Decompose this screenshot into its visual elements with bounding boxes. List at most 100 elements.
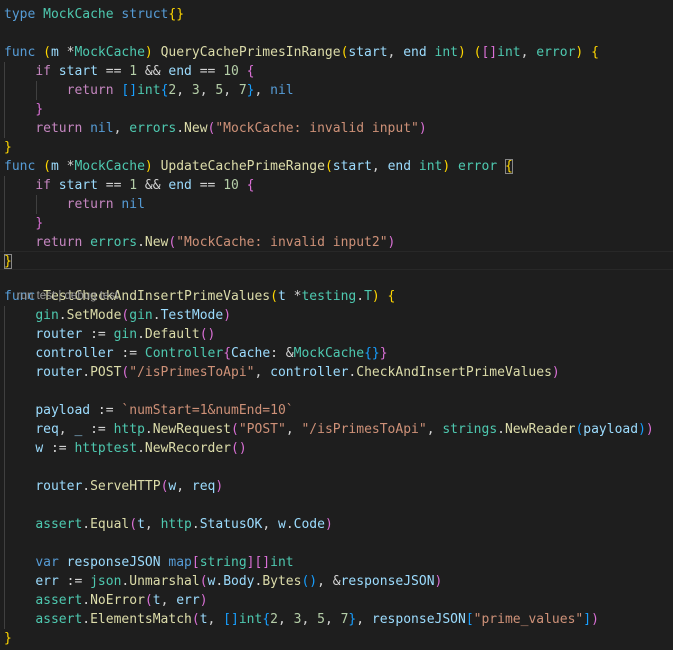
code-token: error bbox=[536, 45, 576, 60]
code-line[interactable]: } bbox=[4, 138, 12, 157]
code-token: := bbox=[58, 574, 91, 589]
code-token: router bbox=[35, 479, 83, 494]
code-line[interactable]: w := httptest.NewRecorder() bbox=[4, 439, 247, 458]
code-line[interactable]: func (m *MockCache) QueryCachePrimesInRa… bbox=[4, 43, 599, 62]
code-token: && bbox=[137, 64, 169, 79]
code-token: == bbox=[97, 64, 130, 79]
code-token: 5 bbox=[215, 83, 224, 98]
code-line[interactable]: err := json.Unmarshal(w.Body.Bytes(), &r… bbox=[4, 572, 442, 591]
code-token: . bbox=[215, 574, 224, 589]
code-line[interactable]: func (m *MockCache) UpdateCachePrimeRang… bbox=[4, 157, 513, 176]
code-token: ( bbox=[270, 289, 278, 304]
code-token: json bbox=[90, 574, 122, 589]
code-token: {} bbox=[168, 7, 185, 22]
code-token: NewRequest bbox=[152, 422, 232, 437]
code-token: () bbox=[199, 327, 216, 342]
code-editor[interactable]: type MockCache struct{} func (m *MockCach… bbox=[0, 0, 673, 650]
debug-test-link[interactable]: debug test bbox=[65, 290, 119, 302]
code-token: , bbox=[58, 422, 75, 437]
code-token: () bbox=[301, 574, 318, 589]
code-line[interactable]: router.ServeHTTP(w, req) bbox=[4, 477, 223, 496]
code-token: nil bbox=[121, 197, 145, 212]
code-token: [ bbox=[465, 612, 474, 627]
code-line[interactable]: assert.Equal(t, http.StatusOK, w.Code) bbox=[4, 515, 332, 534]
code-token: : & bbox=[270, 346, 294, 361]
code-line[interactable]: return nil, errors.New("MockCache: inval… bbox=[4, 119, 426, 138]
code-token: () bbox=[231, 441, 247, 456]
code-token: } bbox=[35, 102, 44, 117]
code-token: int bbox=[238, 612, 263, 627]
code-token: . bbox=[58, 308, 67, 323]
code-token: * bbox=[58, 159, 75, 174]
code-token: ) bbox=[442, 159, 451, 174]
code-line[interactable]: } bbox=[4, 629, 12, 648]
code-token: ) bbox=[591, 612, 599, 627]
code-token: CheckAndInsertPrimeValues bbox=[356, 365, 552, 380]
code-token: t bbox=[199, 612, 208, 627]
code-line[interactable]: controller := Controller{Cache: &MockCac… bbox=[4, 344, 387, 363]
code-token: } bbox=[35, 216, 44, 231]
code-token: , bbox=[199, 83, 216, 98]
code-line[interactable]: return errors.New("MockCache: invalid in… bbox=[4, 233, 395, 252]
code-token: , bbox=[176, 83, 192, 98]
code-line[interactable]: } bbox=[4, 100, 43, 119]
code-line[interactable]: req, _ := http.NewRequest("POST", "/isPr… bbox=[4, 420, 653, 439]
code-token: StatusOK bbox=[199, 517, 263, 532]
code-token: 5 bbox=[317, 612, 325, 627]
code-token: New bbox=[184, 121, 208, 136]
code-token: ElementsMatch bbox=[90, 612, 192, 627]
code-token: } bbox=[4, 631, 12, 646]
code-line[interactable]: var responseJSON map[string][]int bbox=[4, 553, 293, 572]
code-line[interactable]: if start == 1 && end == 10 { bbox=[4, 176, 254, 195]
code-token: ( bbox=[231, 422, 239, 437]
code-line[interactable]: return []int{2, 3, 5, 7}, nil bbox=[4, 81, 294, 100]
code-line[interactable]: type MockCache struct{} bbox=[4, 5, 184, 24]
code-token: , bbox=[207, 612, 224, 627]
code-token: ) bbox=[223, 308, 232, 323]
code-token: Unmarshal bbox=[129, 574, 200, 589]
code-token: := bbox=[113, 346, 145, 361]
code-token: { bbox=[504, 159, 513, 174]
code-token: [] bbox=[481, 45, 498, 60]
code-token: ) bbox=[215, 479, 224, 494]
code-token: gin bbox=[113, 327, 138, 342]
code-line[interactable]: router.POST("/isPrimesToApi", controller… bbox=[4, 363, 559, 382]
code-token: err bbox=[35, 574, 59, 589]
code-token: start bbox=[58, 64, 98, 79]
code-token: MockCache bbox=[43, 7, 114, 22]
code-line[interactable]: payload := `numStart=1&numEnd=10` bbox=[4, 401, 293, 420]
code-line[interactable]: router := gin.Default() bbox=[4, 325, 215, 344]
code-token: , bbox=[285, 422, 302, 437]
code-token: New bbox=[144, 235, 169, 250]
code-token: Bytes bbox=[262, 574, 302, 589]
code-line[interactable]: } bbox=[4, 252, 12, 271]
code-token: == bbox=[97, 178, 130, 193]
code-token: http bbox=[160, 517, 192, 532]
code-line[interactable]: return nil bbox=[4, 195, 145, 214]
codelens: run test | debug test bbox=[4, 272, 118, 302]
code-token: int bbox=[418, 159, 443, 174]
code-line[interactable]: } bbox=[4, 214, 43, 233]
code-line[interactable]: if start == 1 && end == 10 { bbox=[4, 62, 254, 81]
code-token: responseJSON bbox=[340, 574, 435, 589]
code-token: MockCache bbox=[293, 346, 365, 361]
code-token: UpdateCachePrimeRange bbox=[160, 159, 325, 174]
run-test-link[interactable]: run test bbox=[17, 290, 55, 302]
code-token: , bbox=[356, 612, 372, 627]
code-token: ( bbox=[191, 612, 200, 627]
code-token: , bbox=[176, 479, 192, 494]
code-line[interactable]: assert.NoError(t, err) bbox=[4, 591, 207, 610]
code-line[interactable]: gin.SetMode(gin.TestMode) bbox=[4, 306, 231, 325]
code-line[interactable]: assert.ElementsMatch(t, []int{2, 3, 5, 7… bbox=[4, 610, 599, 629]
